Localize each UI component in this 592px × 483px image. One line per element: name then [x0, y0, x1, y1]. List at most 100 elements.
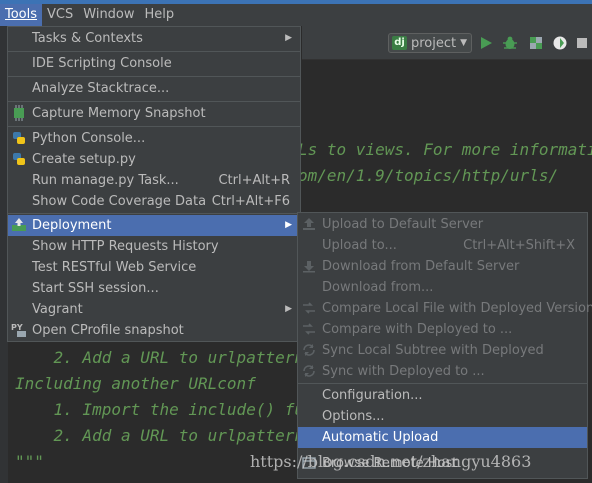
submenu-item-label: Compare Local File with Deployed Version [322, 301, 592, 316]
memory-snapshot-icon [14, 105, 24, 121]
submenu-item-label: Upload to... [322, 238, 397, 253]
menu-item-analyze-stacktrace[interactable]: Analyze Stacktrace... [8, 78, 300, 99]
menu-item-label: Show Code Coverage Data [32, 194, 207, 209]
menu-item-label: Create setup.py [32, 152, 136, 167]
main-toolbar: dj project ▼ [302, 26, 592, 60]
menu-item-vagrant[interactable]: Vagrant ▶ [8, 299, 300, 320]
submenu-item-options[interactable]: Options... [298, 406, 587, 427]
menu-item-shortcut: Ctrl+Alt+R [218, 173, 290, 188]
submenu-item-label: Sync with Deployed to ... [322, 364, 485, 379]
menu-item-label: Test RESTful Web Service [32, 260, 197, 275]
menu-item-label: Start SSH session... [32, 281, 159, 296]
submenu-arrow-icon: ▶ [285, 220, 292, 230]
code-line: 2. Add a URL to urlpatterns: [15, 348, 324, 367]
menu-vcs[interactable]: VCS [42, 4, 78, 26]
svg-text:PY: PY [11, 323, 23, 332]
submenu-item-label: Upload to Default Server [322, 217, 484, 232]
menu-bar: Tools VCS Window Help [0, 4, 592, 26]
code-line: Including another URLconf [15, 374, 256, 393]
code-line: """ [15, 452, 44, 471]
menu-item-python-console[interactable]: Python Console... [8, 128, 300, 149]
menu-tools-label: Tools [5, 7, 38, 22]
sync-icon [303, 365, 315, 377]
menu-item-label: Run manage.py Task... [32, 173, 179, 188]
sync-icon [303, 344, 315, 356]
profile-icon[interactable] [552, 35, 568, 51]
submenu-item-label: Sync Local Subtree with Deployed [322, 343, 544, 358]
submenu-item-sync-with[interactable]: Sync with Deployed to ... [298, 361, 587, 382]
run-configuration-selector[interactable]: dj project ▼ [388, 33, 473, 53]
menu-separator [8, 213, 300, 214]
python-icon [13, 153, 25, 165]
upload-icon [303, 218, 315, 230]
menu-separator [298, 383, 587, 384]
submenu-item-label: Options... [322, 409, 385, 424]
menu-item-open-cprofile[interactable]: PY Open CProfile snapshot [8, 320, 300, 341]
code-line: Ls to views. For more information [298, 140, 592, 159]
menu-separator [8, 76, 300, 77]
tools-menu: Tasks & Contexts ▶ IDE Scripting Console… [7, 26, 301, 342]
python-icon [13, 132, 25, 144]
compare-icon [303, 323, 315, 335]
submenu-item-upload-default[interactable]: Upload to Default Server [298, 214, 587, 235]
submenu-item-label: Download from... [322, 280, 434, 295]
run-configuration-label: project [411, 35, 457, 51]
django-icon: dj [392, 36, 407, 50]
menu-item-label: IDE Scripting Console [32, 56, 172, 71]
menu-item-start-ssh[interactable]: Start SSH session... [8, 278, 300, 299]
menu-vcs-label: VCS [47, 7, 74, 22]
watermark-text: https://blog.csdn.net/zhangyu4863 [250, 452, 532, 471]
menu-item-ide-scripting-console[interactable]: IDE Scripting Console [8, 53, 300, 74]
submenu-arrow-icon: ▶ [285, 33, 292, 43]
menu-help-label: Help [144, 7, 175, 22]
menu-item-label: Show HTTP Requests History [32, 239, 219, 254]
submenu-item-configuration[interactable]: Configuration... [298, 385, 587, 406]
menu-separator [8, 101, 300, 102]
menu-item-show-code-coverage[interactable]: Show Code Coverage Data Ctrl+Alt+F6 [8, 191, 300, 212]
submenu-item-compare-local[interactable]: Compare Local File with Deployed Version [298, 298, 592, 319]
submenu-item-download-default[interactable]: Download from Default Server [298, 256, 587, 277]
submenu-item-automatic-upload[interactable]: Automatic Upload [298, 427, 587, 448]
submenu-item-sync-local[interactable]: Sync Local Subtree with Deployed [298, 340, 587, 361]
menu-tools[interactable]: Tools [0, 4, 43, 26]
menu-item-capture-memory-snapshot[interactable]: Capture Memory Snapshot [8, 103, 300, 124]
coverage-icon[interactable] [528, 35, 544, 51]
submenu-item-shortcut: Ctrl+Alt+Shift+X [463, 238, 575, 253]
submenu-item-compare-deployed[interactable]: Compare with Deployed to ... [298, 319, 587, 340]
menu-item-tasks-contexts[interactable]: Tasks & Contexts ▶ [8, 28, 300, 49]
cprofile-icon: PY [11, 323, 26, 337]
menu-item-deployment[interactable]: Deployment ▶ [8, 215, 300, 236]
menu-window[interactable]: Window [78, 4, 139, 26]
code-line: om/en/1.9/topics/http/urls/ [298, 166, 559, 185]
run-icon[interactable] [478, 35, 494, 51]
submenu-item-upload-to[interactable]: Upload to... Ctrl+Alt+Shift+X [298, 235, 587, 256]
chevron-down-icon: ▼ [460, 38, 468, 48]
menu-item-label: Vagrant [32, 302, 83, 317]
submenu-arrow-icon: ▶ [285, 304, 292, 314]
submenu-item-label: Download from Default Server [322, 259, 520, 274]
menu-window-label: Window [83, 7, 135, 22]
submenu-item-label: Configuration... [322, 388, 423, 403]
menu-item-http-requests-history[interactable]: Show HTTP Requests History [8, 236, 300, 257]
download-icon [303, 261, 315, 273]
menu-item-shortcut: Ctrl+Alt+F6 [211, 194, 290, 209]
submenu-item-label: Compare with Deployed to ... [322, 322, 513, 337]
compare-icon [303, 302, 315, 314]
menu-item-label: Tasks & Contexts [32, 31, 143, 46]
stop-icon[interactable] [574, 35, 590, 51]
menu-separator [8, 126, 300, 127]
deployment-icon [12, 218, 26, 231]
menu-item-label: Capture Memory Snapshot [32, 106, 206, 121]
menu-item-label: Open CProfile snapshot [32, 323, 184, 338]
deployment-submenu: Upload to Default Server Upload to... Ct… [297, 212, 592, 479]
debug-icon[interactable] [502, 35, 518, 51]
menu-help[interactable]: Help [140, 4, 180, 26]
menu-item-label: Deployment [32, 218, 112, 233]
submenu-item-label: Automatic Upload [322, 430, 439, 445]
submenu-item-download-from[interactable]: Download from... [298, 277, 587, 298]
menu-item-run-manage-py[interactable]: Run manage.py Task... Ctrl+Alt+R [8, 170, 300, 191]
menu-item-test-restful[interactable]: Test RESTful Web Service [8, 257, 300, 278]
menu-item-create-setup-py[interactable]: Create setup.py [8, 149, 300, 170]
code-line: 2. Add a URL to urlpatterns: [15, 426, 324, 445]
menu-item-label: Python Console... [32, 131, 146, 146]
